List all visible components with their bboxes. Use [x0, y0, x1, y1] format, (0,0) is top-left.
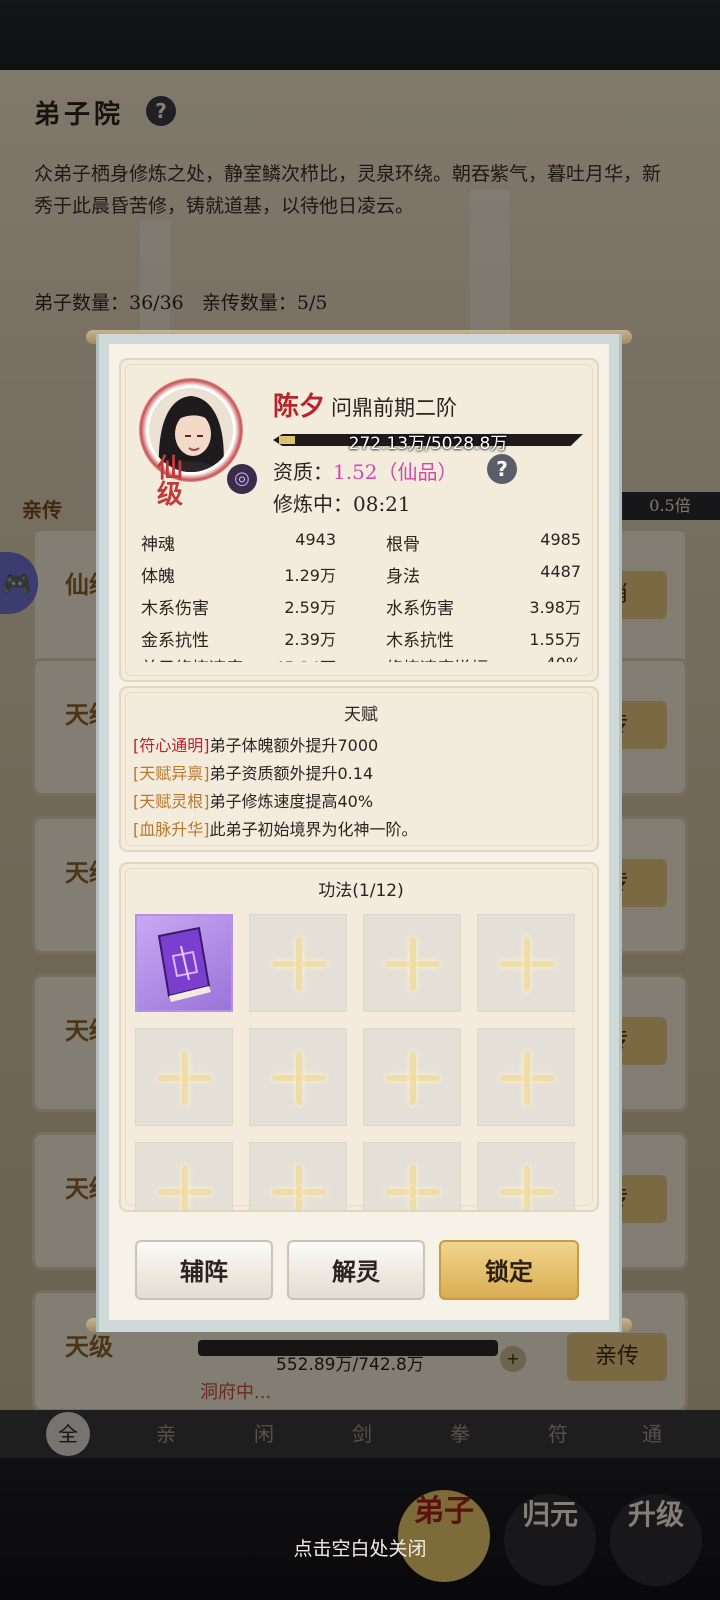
stat-value: 4943	[295, 530, 336, 549]
talent-text: 弟子修炼速度提高40%	[209, 792, 374, 811]
aptitude-value: 1.52（仙品）	[333, 460, 458, 484]
stat-value: 40%	[545, 654, 581, 662]
add-icon-bar	[296, 1051, 302, 1105]
add-icon-bar	[182, 1165, 188, 1210]
stat-label: 身法	[386, 567, 420, 587]
talent-tag: [天赋灵根]	[133, 792, 210, 811]
stat-label: 修炼速度增幅	[386, 654, 488, 662]
skill-slot-filled[interactable]	[135, 914, 233, 1012]
add-icon-bar	[524, 1165, 530, 1210]
grade-seal: 仙级	[157, 454, 184, 510]
aptitude-help-icon[interactable]: ?	[487, 454, 517, 484]
add-icon-bar	[182, 1051, 188, 1105]
exp-bar: 272.13万/5028.8万	[273, 430, 583, 454]
release-button[interactable]: 解灵	[287, 1240, 425, 1300]
empty-skill-slot[interactable]	[249, 1028, 347, 1126]
stat-label: 根骨	[386, 535, 420, 555]
talent-item: [血脉升华]此弟子初始境界为化神一阶。	[133, 816, 418, 840]
add-icon-bar	[524, 937, 530, 991]
stat-label: 金系抗性	[141, 631, 209, 651]
empty-skill-slot[interactable]	[477, 914, 575, 1012]
stat-label: 神魂	[141, 535, 175, 555]
stat-value: 2.39万	[284, 630, 336, 649]
add-icon-bar	[410, 1165, 416, 1210]
stat-value: 45.34万	[274, 654, 336, 662]
add-icon-bar	[296, 937, 302, 991]
talent-tag: [天赋异禀]	[133, 764, 210, 783]
stat-value: 4487	[540, 562, 581, 581]
talent-item: [符心通明]弟子体魄额外提升7000	[133, 732, 378, 756]
stat-value: 1.29万	[284, 566, 336, 585]
stat-grid: 神魂 4943 根骨 4985 体魄 1.29万 身法 4487 木系伤害 2.59万 水…	[141, 530, 581, 662]
void-element-icon: ◎	[227, 464, 257, 494]
dialog-body: 仙级 ◎ 陈夕 问鼎前期二阶 272.13万/5028.8万 资质：1.52（仙品…	[109, 344, 609, 1320]
info-panel: 仙级 ◎ 陈夕 问鼎前期二阶 272.13万/5028.8万 资质：1.52（仙品…	[119, 358, 599, 682]
stat-label: 弟子修炼速度	[141, 654, 243, 662]
lock-button[interactable]: 锁定	[439, 1240, 579, 1300]
formation-button[interactable]: 辅阵	[135, 1240, 273, 1300]
stat-value: 2.59万	[284, 598, 336, 617]
empty-skill-slot[interactable]	[363, 1142, 461, 1210]
training-status: 修炼中：08:21	[273, 492, 411, 516]
skills-panel: 功法(1/12)	[119, 862, 599, 1212]
empty-skill-slot[interactable]	[249, 914, 347, 1012]
add-icon-bar	[410, 937, 416, 991]
stat-label: 水系伤害	[386, 599, 454, 619]
disciple-name: 陈夕	[273, 392, 326, 422]
avatar[interactable]: 仙级	[139, 378, 243, 508]
stat-value: 3.98万	[529, 598, 581, 617]
disciple-detail-dialog: 仙级 ◎ 陈夕 问鼎前期二阶 272.13万/5028.8万 资质：1.52（仙品…	[96, 334, 622, 1332]
name-line: 陈夕 问鼎前期二阶	[273, 386, 457, 423]
empty-skill-slot[interactable]	[135, 1142, 233, 1210]
exp-text: 272.13万/5028.8万	[348, 434, 508, 454]
stat-label: 体魄	[141, 567, 175, 587]
stat-value: 1.55万	[529, 630, 581, 649]
talent-title: 天赋	[344, 705, 378, 725]
empty-skill-slot[interactable]	[249, 1142, 347, 1210]
stat-label: 木系抗性	[386, 631, 454, 651]
talent-item: [天赋异禀]弟子资质额外提升0.14	[133, 760, 373, 784]
disciple-realm: 问鼎前期二阶	[331, 396, 458, 420]
add-icon-bar	[524, 1051, 530, 1105]
stat-label: 木系伤害	[141, 599, 209, 619]
empty-skill-slot[interactable]	[135, 1028, 233, 1126]
technique-book-icon	[157, 926, 211, 1002]
talent-text: 弟子体魄额外提升7000	[209, 736, 379, 755]
empty-skill-slot[interactable]	[477, 1142, 575, 1210]
talent-text: 弟子资质额外提升0.14	[209, 764, 374, 783]
add-icon-bar	[296, 1165, 302, 1210]
aptitude: 资质：1.52（仙品）	[273, 456, 458, 485]
talent-text: 此弟子初始境界为化神一阶。	[209, 820, 418, 839]
empty-skill-slot[interactable]	[363, 1028, 461, 1126]
skills-title: 功法(1/12)	[318, 881, 404, 901]
talent-tag: [血脉升华]	[133, 820, 210, 839]
talent-item: [天赋灵根]弟子修炼速度提高40%	[133, 788, 373, 812]
add-icon-bar	[410, 1051, 416, 1105]
aptitude-label: 资质：	[273, 460, 333, 484]
talent-tag: [符心通明]	[133, 736, 210, 755]
empty-skill-slot[interactable]	[363, 914, 461, 1012]
talent-panel: 天赋 [符心通明]弟子体魄额外提升7000 [天赋异禀]弟子资质额外提升0.14…	[119, 686, 599, 852]
close-hint[interactable]: 点击空白处关闭	[0, 1534, 720, 1561]
stat-value: 4985	[540, 530, 581, 549]
empty-skill-slot[interactable]	[477, 1028, 575, 1126]
